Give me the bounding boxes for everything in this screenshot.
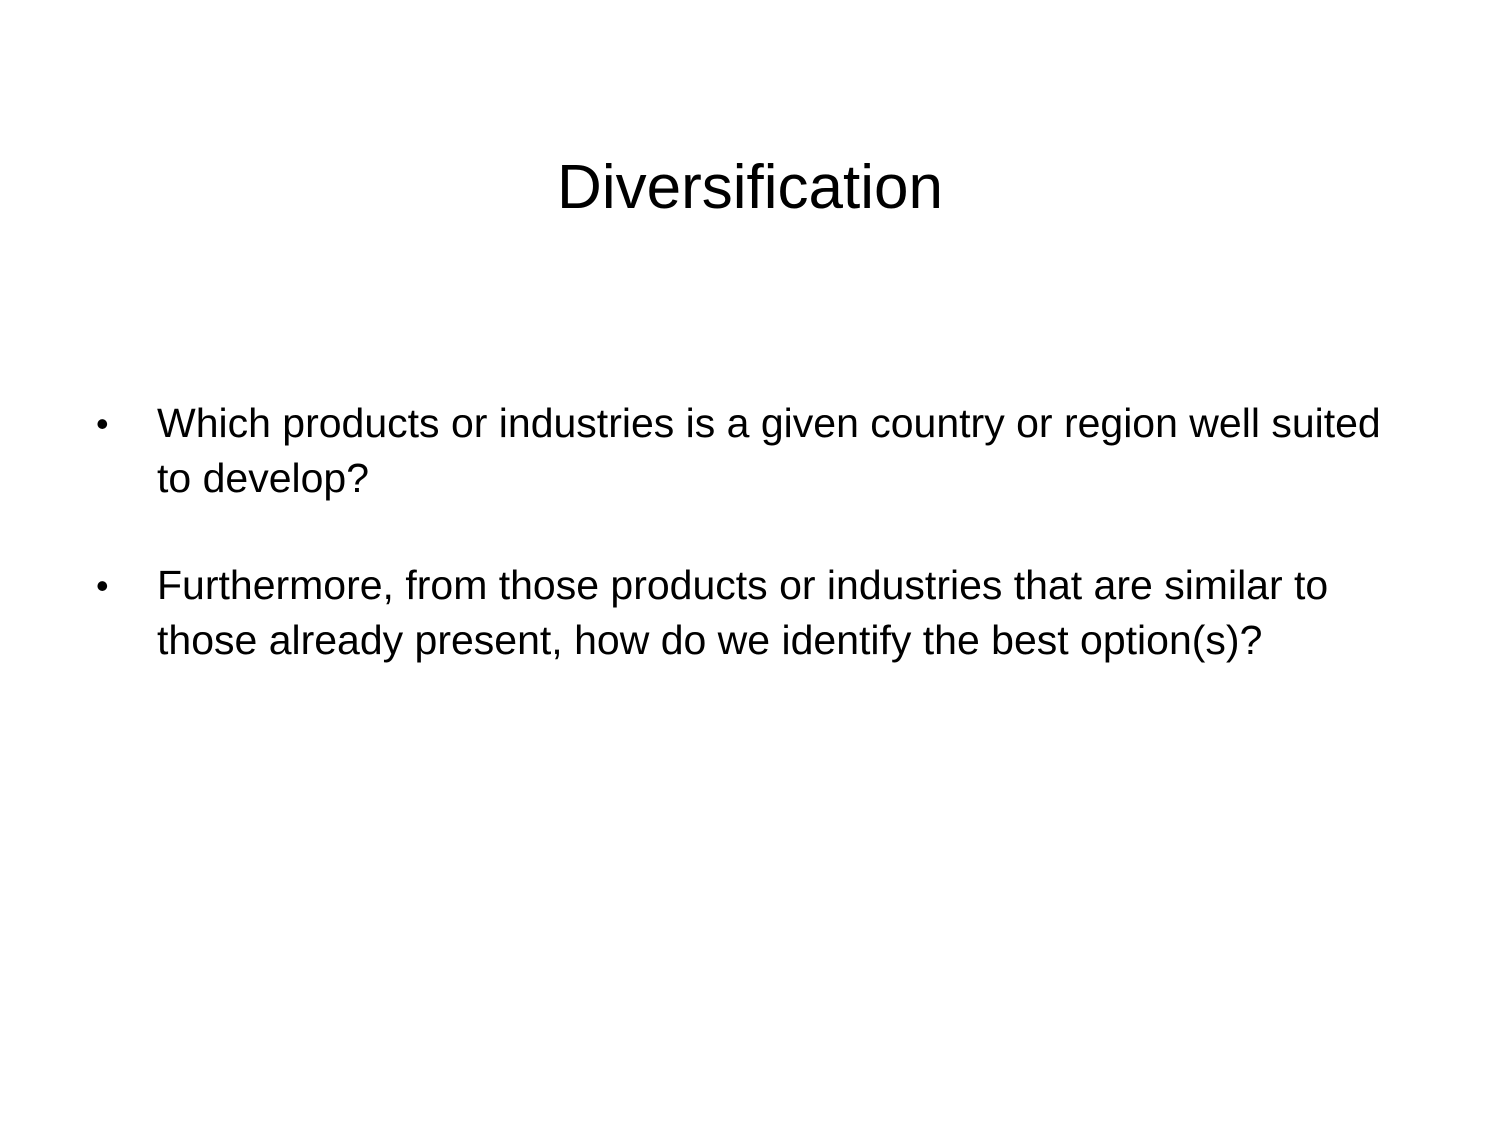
bullet-item: • Which products or industries is a give… <box>0 396 1387 506</box>
bullet-text: Furthermore, from those products or indu… <box>157 562 1329 663</box>
bullet-list: • Which products or industries is a give… <box>0 396 1500 720</box>
bullet-marker: • <box>96 565 109 606</box>
bullet-item: • Furthermore, from those products or in… <box>0 558 1387 668</box>
slide: Diversification • Which products or indu… <box>0 0 1500 1125</box>
bullet-marker: • <box>96 403 109 444</box>
slide-title: Diversification <box>557 153 943 222</box>
bullet-text: Which products or industries is a given … <box>157 400 1381 501</box>
